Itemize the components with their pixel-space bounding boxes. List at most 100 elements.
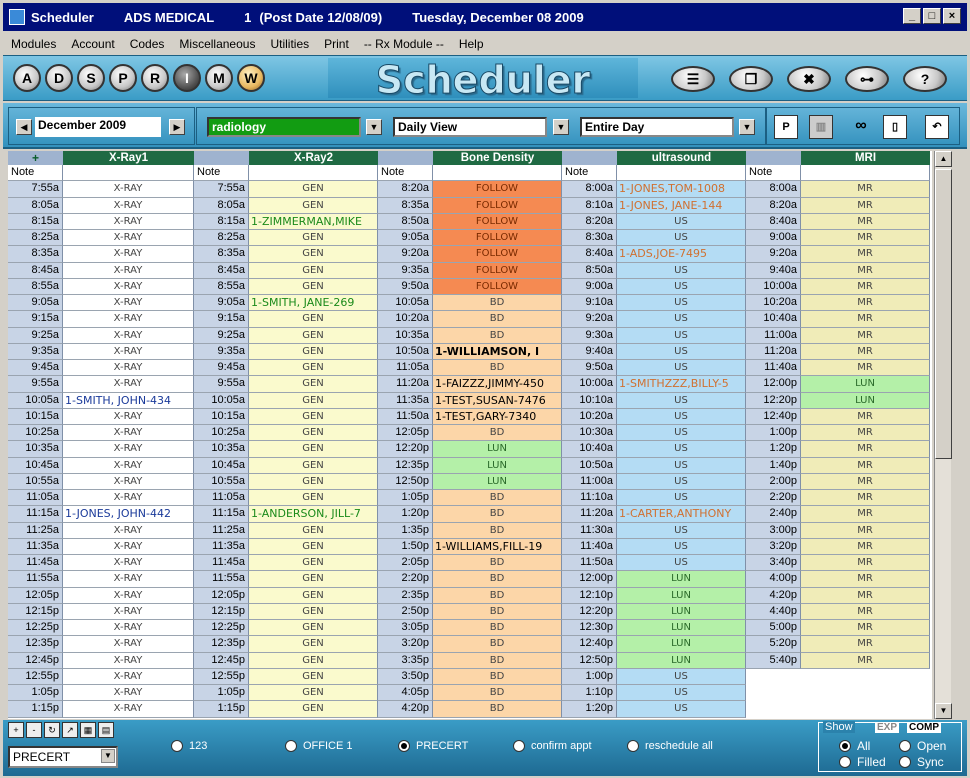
slot-cell[interactable]: X-RAY xyxy=(63,587,194,604)
slot-cell[interactable]: GEN xyxy=(249,587,378,604)
resource-header[interactable]: Bone Density xyxy=(433,151,562,165)
book-icon[interactable]: ▥ xyxy=(809,115,833,139)
resource-header[interactable]: ultrasound xyxy=(617,151,746,165)
print-preview-icon[interactable]: P xyxy=(774,115,798,139)
slot-cell[interactable]: BD xyxy=(433,327,562,344)
slot-cell[interactable]: X-RAY xyxy=(63,620,194,637)
resource-header[interactable]: X-Ray1 xyxy=(63,151,194,165)
appointment-cell[interactable]: 1-TEST,SUSAN-7476 xyxy=(433,392,562,409)
letter-button-s[interactable]: S xyxy=(77,64,105,92)
scroll-up-icon[interactable]: ▲ xyxy=(935,151,952,167)
slot-cell[interactable]: BD xyxy=(433,668,562,685)
slot-cell[interactable]: LUN xyxy=(433,457,562,474)
slot-cell[interactable]: GEN xyxy=(249,555,378,572)
slot-cell[interactable]: US xyxy=(617,457,746,474)
slot-cell[interactable]: X-RAY xyxy=(63,441,194,458)
slot-cell[interactable]: GEN xyxy=(249,652,378,669)
slot-cell[interactable]: GEN xyxy=(249,230,378,247)
slot-cell[interactable]: BD xyxy=(433,311,562,328)
slot-cell[interactable]: GEN xyxy=(249,181,378,198)
note-cell[interactable] xyxy=(63,165,194,182)
slot-cell[interactable]: GEN xyxy=(249,457,378,474)
slot-cell[interactable]: MR xyxy=(801,295,930,312)
note-cell[interactable] xyxy=(433,165,562,182)
appointment-cell[interactable]: 1-TEST,GARY-7340 xyxy=(433,408,562,425)
slot-cell[interactable]: X-RAY xyxy=(63,262,194,279)
department-select[interactable]: radiology xyxy=(207,117,361,137)
letter-button-w[interactable]: W xyxy=(237,64,265,92)
slot-cell[interactable]: US xyxy=(617,701,746,718)
next-month-button[interactable]: ▶ xyxy=(169,119,185,135)
range-dropdown-button[interactable]: ▼ xyxy=(739,119,755,135)
slot-cell[interactable]: X-RAY xyxy=(63,668,194,685)
slot-cell[interactable]: GEN xyxy=(249,408,378,425)
slot-cell[interactable]: US xyxy=(617,685,746,702)
zoom-out-icon[interactable]: - xyxy=(26,722,42,738)
slot-cell[interactable]: US xyxy=(617,262,746,279)
slot-cell[interactable]: BD xyxy=(433,295,562,312)
slot-cell[interactable]: MR xyxy=(801,457,930,474)
slot-cell[interactable]: X-RAY xyxy=(63,457,194,474)
slot-cell[interactable]: MR xyxy=(801,343,930,360)
scroll-down-icon[interactable]: ▼ xyxy=(935,703,952,719)
slot-cell[interactable]: LUN xyxy=(617,603,746,620)
slot-cell[interactable]: BD xyxy=(433,636,562,653)
slot-cell[interactable]: FOLLOW xyxy=(433,230,562,247)
slot-cell[interactable]: X-RAY xyxy=(63,295,194,312)
appointment-cell[interactable]: 1-ZIMMERMAN,MIKE xyxy=(249,213,378,230)
zoom-in-icon[interactable]: + xyxy=(8,722,24,738)
slot-cell[interactable]: US xyxy=(617,360,746,377)
slot-cell[interactable]: X-RAY xyxy=(63,197,194,214)
list-icon[interactable]: ☰ xyxy=(671,66,715,92)
slot-cell[interactable]: X-RAY xyxy=(63,652,194,669)
slot-cell[interactable]: BD xyxy=(433,701,562,718)
slot-cell[interactable]: GEN xyxy=(249,490,378,507)
slot-cell[interactable]: GEN xyxy=(249,668,378,685)
scroll-thumb[interactable] xyxy=(935,169,952,459)
slot-cell[interactable]: GEN xyxy=(249,522,378,539)
slot-cell[interactable]: X-RAY xyxy=(63,408,194,425)
appointment-cell[interactable]: 1-ADS,JOE-7495 xyxy=(617,246,746,263)
slot-cell[interactable]: MR xyxy=(801,360,930,377)
binoculars-icon[interactable]: ∞ xyxy=(849,115,873,139)
slot-cell[interactable]: MR xyxy=(801,408,930,425)
slot-cell[interactable]: MR xyxy=(801,262,930,279)
slot-cell[interactable]: US xyxy=(617,230,746,247)
slot-cell[interactable]: GEN xyxy=(249,360,378,377)
menu-modules[interactable]: Modules xyxy=(11,37,56,51)
slot-cell[interactable]: US xyxy=(617,392,746,409)
slot-cell[interactable]: GEN xyxy=(249,425,378,442)
slot-cell[interactable]: US xyxy=(617,327,746,344)
show-open-radio[interactable]: Open xyxy=(899,739,946,753)
show-all-radio[interactable]: All xyxy=(839,739,870,753)
slot-cell[interactable]: X-RAY xyxy=(63,360,194,377)
slot-cell[interactable]: MR xyxy=(801,473,930,490)
slot-cell[interactable]: X-RAY xyxy=(63,311,194,328)
slot-cell[interactable]: GEN xyxy=(249,327,378,344)
prev-month-button[interactable]: ◀ xyxy=(16,119,32,135)
appointment-cell[interactable]: 1-JONES, JANE-144 xyxy=(617,197,746,214)
slot-cell[interactable]: US xyxy=(617,408,746,425)
slot-cell[interactable]: X-RAY xyxy=(63,343,194,360)
slot-cell[interactable]: MR xyxy=(801,213,930,230)
letter-button-m[interactable]: M xyxy=(205,64,233,92)
calendar-icon[interactable]: ▦ xyxy=(80,722,96,738)
note-cell[interactable] xyxy=(801,165,930,182)
slot-cell[interactable]: GEN xyxy=(249,441,378,458)
menu-help[interactable]: Help xyxy=(459,37,484,51)
view-dropdown-button[interactable]: ▼ xyxy=(553,119,569,135)
slot-cell[interactable]: FOLLOW xyxy=(433,246,562,263)
slot-cell[interactable]: MR xyxy=(801,587,930,604)
refresh-icon[interactable]: ↻ xyxy=(44,722,60,738)
note-cell[interactable] xyxy=(249,165,378,182)
slot-cell[interactable]: X-RAY xyxy=(63,230,194,247)
close-button[interactable]: × xyxy=(943,8,961,24)
vertical-scrollbar[interactable]: ▲ ▼ xyxy=(934,151,952,719)
slot-cell[interactable]: GEN xyxy=(249,343,378,360)
slot-cell[interactable]: MR xyxy=(801,603,930,620)
slot-cell[interactable]: BD xyxy=(433,587,562,604)
comp-tag[interactable]: COMP xyxy=(907,722,941,733)
slot-cell[interactable]: MR xyxy=(801,538,930,555)
slot-cell[interactable]: GEN xyxy=(249,538,378,555)
radio-reschedule-all[interactable]: reschedule all xyxy=(627,740,713,752)
